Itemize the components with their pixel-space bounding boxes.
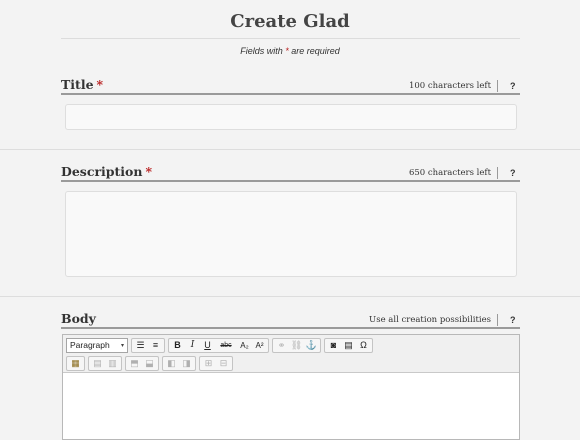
merge-cells-icon[interactable]: ⊟ [216,357,231,370]
numbered-list-icon[interactable]: ≡ [148,339,163,352]
subscript-icon[interactable]: A₂ [237,339,252,352]
insert-col-before-icon[interactable]: ◧ [164,357,179,370]
table-cell-icon[interactable]: ▥ [105,357,120,370]
superscript-icon[interactable]: A² [252,339,267,352]
insert-button-group: ◙ ▤ Ω [324,337,373,353]
insert-row-before-icon[interactable]: ⬒ [127,357,142,370]
row-ops-group: ⬒ ⬓ [125,355,159,371]
editor-content-area[interactable] [63,373,519,439]
split-cells-icon[interactable]: ⊞ [201,357,216,370]
special-char-icon[interactable]: Ω [356,339,371,352]
list-button-group: ☰ ≡ [131,337,165,353]
editor-toolbar: Paragraph ▾ ☰ ≡ B I U abc A₂ A² ⚭ ⛓ ⚓ ◙ [63,335,519,373]
bold-icon[interactable]: B [170,339,185,352]
unlink-icon[interactable]: ⛓ [289,339,304,352]
description-help-button[interactable]: ? [510,167,516,179]
title-field-rule [61,93,520,95]
text-style-button-group: B I U abc A₂ A² [168,337,269,353]
body-help-button[interactable]: ? [510,314,516,326]
table-props-group: ▤ ▥ [88,355,122,371]
editor-toolbar-row-1: Paragraph ▾ ☰ ≡ B I U abc A₂ A² ⚭ ⛓ ⚓ ◙ [66,337,373,353]
insert-row-after-icon[interactable]: ⬓ [142,357,157,370]
image-icon[interactable]: ◙ [326,339,341,352]
anchor-icon[interactable]: ⚓ [304,339,319,352]
body-rich-text-editor: Paragraph ▾ ☰ ≡ B I U abc A₂ A² ⚭ ⛓ ⚓ ◙ [62,334,520,440]
bullet-list-icon[interactable]: ☰ [133,339,148,352]
format-select[interactable]: Paragraph ▾ [66,337,128,353]
col-ops-group: ◧ ◨ [162,355,196,371]
description-char-counter: 650 characters left [409,167,498,179]
required-note-prefix: Fields with [240,46,283,56]
description-textarea[interactable] [65,191,517,277]
link-button-group: ⚭ ⛓ ⚓ [272,337,321,353]
title-label: Title * [61,77,103,92]
body-creation-link[interactable]: Use all creation possibilities [369,314,498,326]
title-char-counter: 100 characters left [409,80,498,92]
description-field-rule [61,180,520,182]
insert-col-after-icon[interactable]: ◨ [179,357,194,370]
italic-icon[interactable]: I [185,339,200,352]
format-select-arrow-icon: ▾ [120,342,124,349]
section-divider [0,149,580,150]
format-select-value: Paragraph [70,340,110,350]
required-fields-note: Fields with * are required [0,46,580,56]
title-help-button[interactable]: ? [510,80,516,92]
required-star: * [285,46,289,56]
underline-icon[interactable]: U [200,339,215,352]
media-icon[interactable]: ▤ [341,339,356,352]
cell-ops-group: ⊞ ⊟ [199,355,233,371]
title-divider [61,38,520,39]
insert-table-icon[interactable]: ▦ [68,357,83,370]
strikethrough-icon[interactable]: abc [215,339,237,352]
title-input[interactable] [65,104,517,130]
link-icon[interactable]: ⚭ [274,339,289,352]
title-label-text: Title [61,77,94,92]
description-label-text: Description [61,164,143,179]
body-label: Body [61,311,96,326]
title-required-star: * [96,77,104,92]
description-label: Description * [61,164,152,179]
editor-toolbar-row-2: ▦ ▤ ▥ ⬒ ⬓ ◧ ◨ ⊞ ⊟ [66,355,233,371]
table-row-icon[interactable]: ▤ [90,357,105,370]
description-required-star: * [145,164,153,179]
body-field-rule [61,327,520,329]
required-note-suffix: are required [291,46,340,56]
page-title: Create Glad [230,11,350,32]
body-label-text: Body [61,311,96,326]
table-insert-group: ▦ [66,355,85,371]
section-divider [0,296,580,297]
